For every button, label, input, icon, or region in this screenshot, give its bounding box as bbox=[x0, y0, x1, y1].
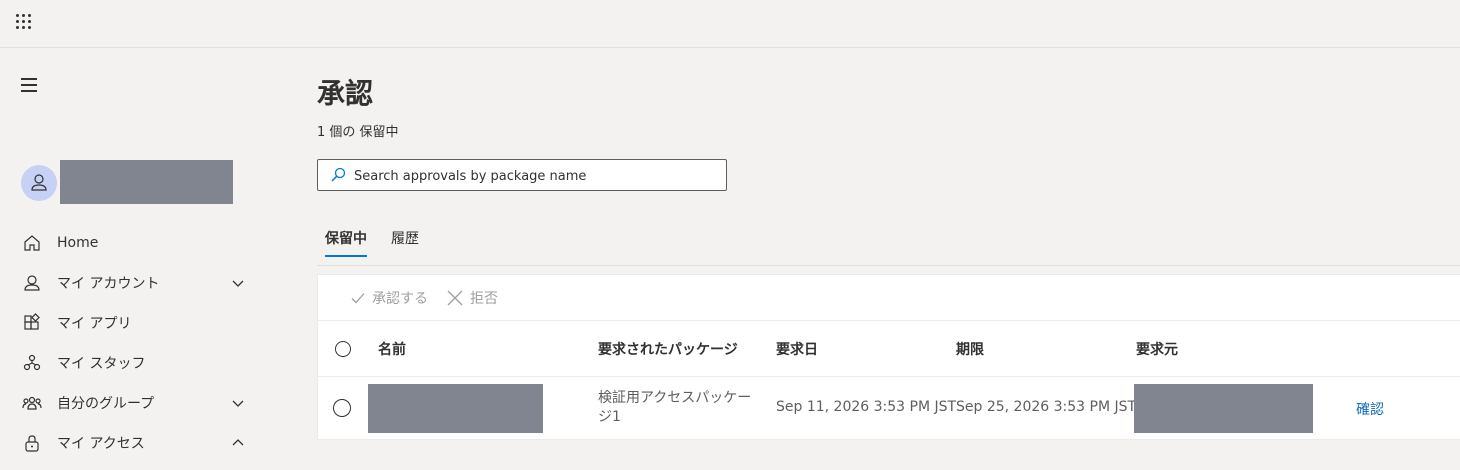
requester-source-redacted bbox=[1134, 384, 1313, 433]
search-icon bbox=[331, 167, 346, 182]
person-icon bbox=[24, 275, 40, 291]
tab-active-indicator bbox=[325, 255, 367, 257]
sidebar: Home マイ アカウント マイ アプリ マイ スタッフ 自分のグループ マイ … bbox=[0, 48, 300, 470]
sidebar-item-my-account[interactable]: マイ アカウント bbox=[0, 263, 300, 303]
divider bbox=[317, 265, 1460, 266]
table-row[interactable]: 検証用アクセスパッケー ジ1 Sep 11, 2026 3:53 PM JST … bbox=[318, 377, 1460, 439]
sidebar-item-my-access[interactable]: マイ アクセス bbox=[0, 423, 300, 463]
chevron-up-icon[interactable] bbox=[230, 435, 246, 451]
sidebar-item-my-staff[interactable]: マイ スタッフ bbox=[0, 343, 300, 383]
command-bar: 承認する 拒否 bbox=[318, 275, 1460, 321]
approvals-panel: 承認する 拒否 名前 要求されたパッケージ 要求日 期限 要求元 検証用アクセス… bbox=[317, 274, 1460, 440]
approve-label: 承認する bbox=[372, 291, 428, 307]
column-header-requested-date[interactable]: 要求日 bbox=[776, 339, 818, 359]
reject-label: 拒否 bbox=[470, 291, 498, 307]
sidebar-item-my-groups[interactable]: 自分のグループ bbox=[0, 383, 300, 423]
sidebar-item-label: 自分のグループ bbox=[57, 396, 155, 412]
due-date: Sep 25, 2026 3:53 PM JST bbox=[956, 399, 1137, 415]
top-bar bbox=[0, 0, 1460, 48]
reject-button[interactable]: 拒否 bbox=[446, 288, 498, 308]
people-icon bbox=[22, 396, 42, 410]
review-link[interactable]: 確認 bbox=[1356, 399, 1384, 419]
org-icon bbox=[23, 354, 41, 371]
column-header-due-date[interactable]: 期限 bbox=[956, 339, 984, 359]
select-all-radio[interactable] bbox=[335, 341, 351, 357]
column-header-package[interactable]: 要求されたパッケージ bbox=[598, 339, 738, 359]
table-header: 名前 要求されたパッケージ 要求日 期限 要求元 bbox=[318, 321, 1460, 377]
requested-date: Sep 11, 2026 3:53 PM JST bbox=[776, 399, 957, 415]
sidebar-item-label: マイ アカウント bbox=[57, 276, 160, 292]
sidebar-item-home[interactable]: Home bbox=[0, 223, 300, 263]
pending-count: 1 個の 保留中 bbox=[317, 125, 399, 140]
sidebar-item-my-apps[interactable]: マイ アプリ bbox=[0, 303, 300, 343]
chevron-down-icon[interactable] bbox=[230, 275, 246, 291]
waffle-icon[interactable] bbox=[16, 14, 34, 32]
chevron-down-icon[interactable] bbox=[230, 395, 246, 411]
lock-icon bbox=[25, 435, 39, 452]
requester-name-redacted bbox=[368, 384, 543, 433]
row-select-radio[interactable] bbox=[333, 399, 351, 417]
hamburger-icon[interactable] bbox=[21, 78, 39, 92]
page-title: 承認 bbox=[317, 77, 374, 110]
person-icon bbox=[31, 174, 47, 191]
sidebar-item-label: Home bbox=[57, 235, 99, 251]
avatar[interactable] bbox=[21, 165, 57, 201]
apps-icon bbox=[24, 313, 40, 330]
tab-pending[interactable]: 保留中 bbox=[325, 228, 367, 248]
search-box bbox=[317, 159, 727, 192]
checkmark-icon bbox=[351, 293, 365, 304]
package-name: 検証用アクセスパッケー ジ1 bbox=[598, 390, 752, 425]
column-header-requester[interactable]: 要求元 bbox=[1136, 339, 1178, 359]
sidebar-item-label: マイ アクセス bbox=[57, 436, 145, 452]
search-input[interactable] bbox=[352, 160, 716, 192]
sidebar-item-label: マイ スタッフ bbox=[57, 356, 146, 372]
approve-button[interactable]: 承認する bbox=[350, 288, 428, 308]
user-name-redacted bbox=[60, 160, 233, 204]
home-icon bbox=[24, 235, 40, 251]
column-header-name[interactable]: 名前 bbox=[378, 339, 406, 359]
tab-history[interactable]: 履歴 bbox=[391, 228, 419, 248]
sidebar-item-label: マイ アプリ bbox=[57, 316, 132, 332]
close-icon bbox=[447, 290, 463, 306]
